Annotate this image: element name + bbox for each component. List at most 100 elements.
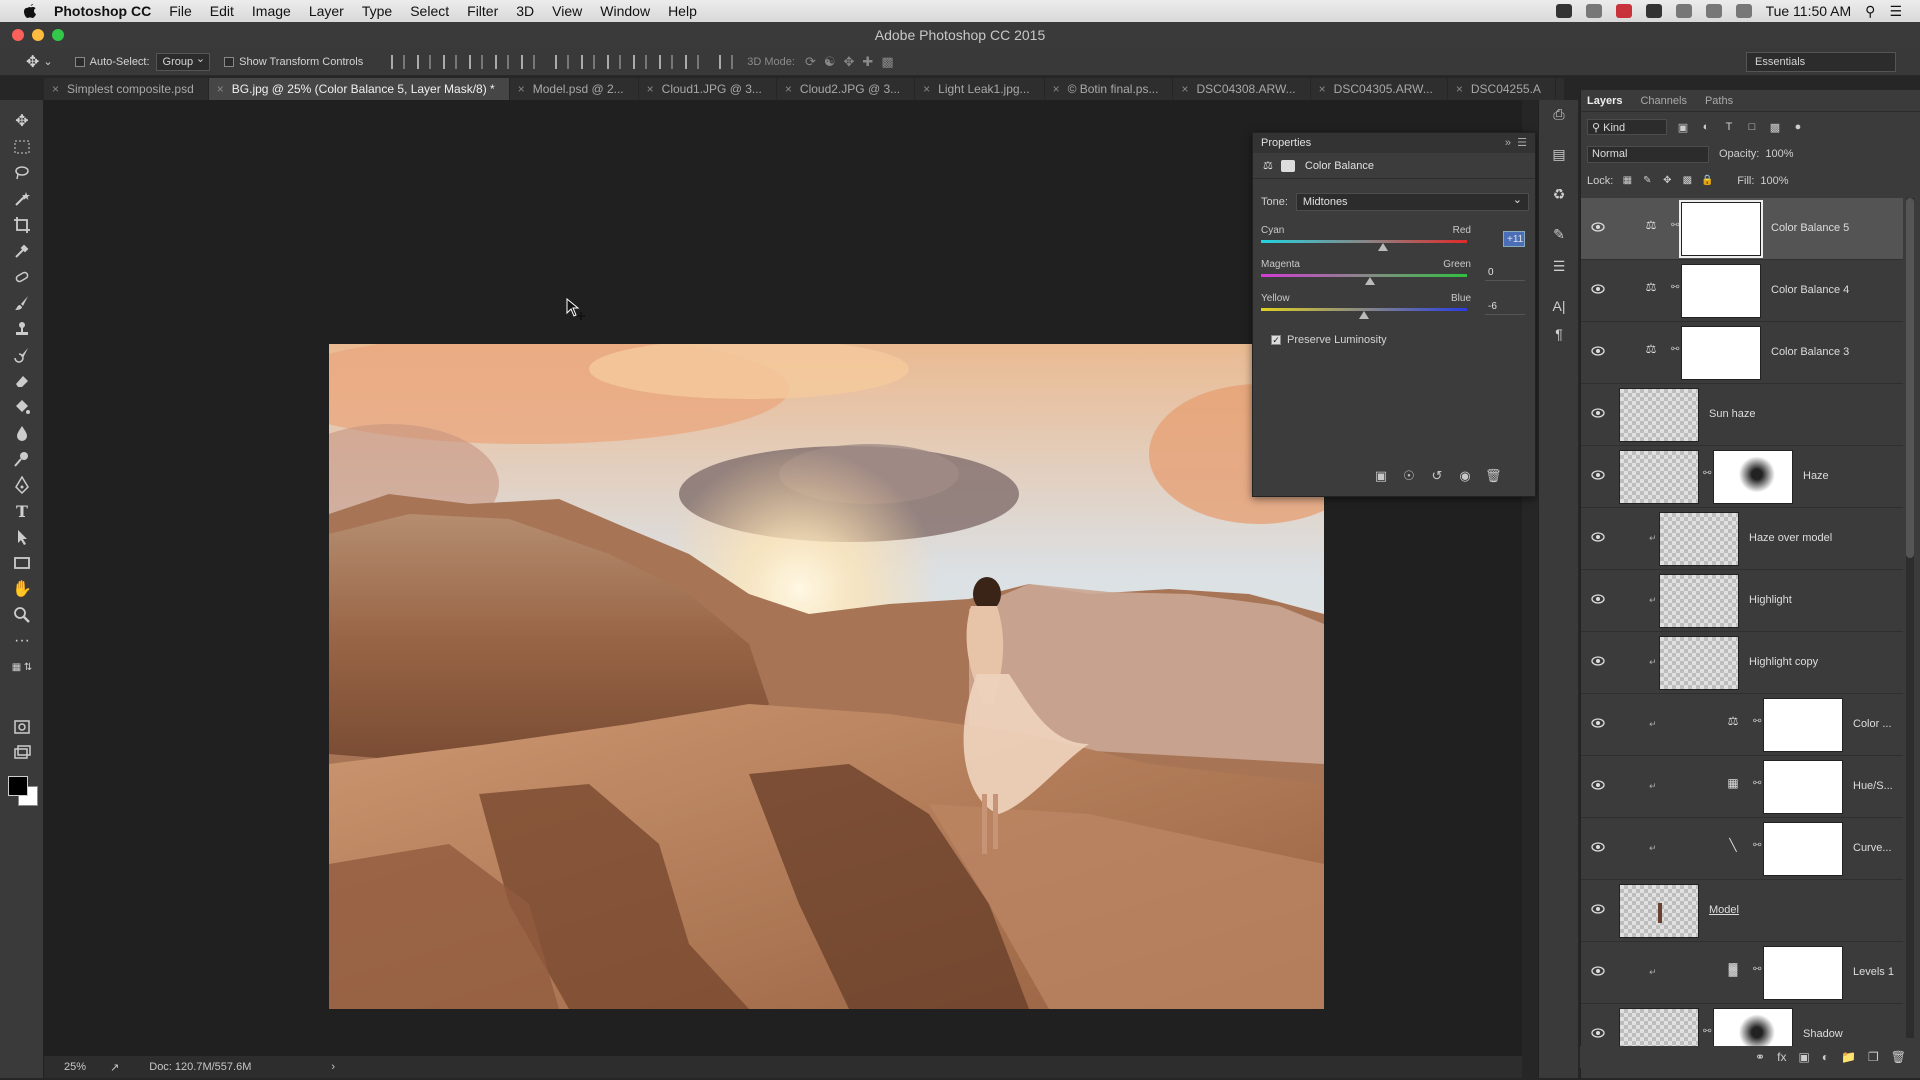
- layer-row[interactable]: ↵ ▦ ⚯ Hue/S...: [1581, 756, 1903, 818]
- new-layer-icon[interactable]: ❐: [1868, 1050, 1879, 1064]
- tab-dsc04308[interactable]: × DSC04308.ARW...: [1173, 78, 1311, 100]
- link-layers-icon[interactable]: ⚭: [1755, 1050, 1765, 1064]
- auto-select-toggle[interactable]: Auto-Select:: [74, 56, 150, 68]
- cyan-red-value[interactable]: +11: [1503, 231, 1525, 247]
- blur-tool-icon[interactable]: [10, 422, 34, 444]
- layer-mask-thumbnail[interactable]: [1713, 450, 1793, 504]
- layer-mask-thumbnail[interactable]: [1681, 326, 1761, 380]
- new-group-icon[interactable]: 📁: [1841, 1050, 1856, 1064]
- close-tab-icon[interactable]: ×: [923, 78, 930, 100]
- history-brush-tool-icon[interactable]: [10, 344, 34, 366]
- auto-select-checkbox[interactable]: [74, 56, 85, 67]
- wifi-icon[interactable]: [1735, 4, 1752, 18]
- chain-link-icon[interactable]: ⚯: [1753, 964, 1761, 978]
- eye-icon[interactable]: [1591, 284, 1605, 294]
- tab-botin-final[interactable]: × © Botin final.ps...: [1045, 78, 1174, 100]
- type-tool-icon[interactable]: T: [10, 500, 34, 522]
- menu-type[interactable]: Type: [362, 3, 392, 19]
- chain-link-icon[interactable]: ⚯: [1753, 778, 1761, 792]
- path-selection-tool-icon[interactable]: [10, 526, 34, 548]
- close-tab-icon[interactable]: ×: [217, 78, 224, 100]
- transform-controls-toggle[interactable]: Show Transform Controls: [224, 56, 363, 68]
- layer-row[interactable]: ↵ ▓ ⚯ Levels 1: [1581, 942, 1903, 1004]
- hue-saturation-icon[interactable]: ▦: [1721, 776, 1745, 796]
- chain-link-icon[interactable]: ⚯: [1753, 716, 1761, 730]
- distribute-left-icon[interactable]: [633, 54, 648, 69]
- app-menu[interactable]: Photoshop CC: [54, 3, 151, 19]
- zoom-level[interactable]: 25%: [64, 1061, 86, 1073]
- chain-link-icon[interactable]: ⚯: [1753, 840, 1761, 854]
- brush-presets-icon[interactable]: ✎: [1549, 226, 1569, 244]
- healing-brush-tool-icon[interactable]: [10, 266, 34, 288]
- eye-icon[interactable]: [1591, 470, 1605, 480]
- balance-icon[interactable]: ⚖: [1639, 218, 1663, 238]
- tab-cloud1[interactable]: × Cloud1.JPG @ 3...: [639, 78, 777, 100]
- type-filter-icon[interactable]: T: [1722, 121, 1736, 133]
- tab-dsc04255[interactable]: × DSC04255.A: [1448, 78, 1556, 100]
- layer-row[interactable]: ⚖ ⚯ Color Balance 5: [1581, 198, 1903, 260]
- export-icon[interactable]: ↗: [110, 1061, 119, 1074]
- layer-name[interactable]: Highlight: [1749, 594, 1792, 606]
- eye-icon[interactable]: [1591, 346, 1605, 356]
- layer-row[interactable]: ↵ Haze over model: [1581, 508, 1903, 570]
- menu-edit[interactable]: Edit: [210, 3, 234, 19]
- chain-link-icon[interactable]: ⚯: [1671, 344, 1679, 358]
- layer-row[interactable]: ↵ ⚖ ⚯ Color ...: [1581, 694, 1903, 756]
- tab-dsc04305[interactable]: × DSC04305.ARW...: [1311, 78, 1448, 100]
- magenta-green-value[interactable]: 0: [1485, 265, 1525, 281]
- layer-thumbnail[interactable]: [1619, 884, 1699, 938]
- layer-name[interactable]: Curve...: [1853, 842, 1892, 854]
- zoom-window-button[interactable]: [52, 29, 64, 41]
- yellow-blue-value[interactable]: -6: [1485, 299, 1525, 315]
- document-image[interactable]: [329, 344, 1324, 1009]
- magic-wand-tool-icon[interactable]: [10, 188, 34, 210]
- auto-select-dropdown[interactable]: Group: [155, 52, 211, 71]
- close-tab-icon[interactable]: ×: [1319, 78, 1326, 100]
- orbit-3d-icon[interactable]: ⟳: [805, 54, 816, 70]
- layer-name[interactable]: Model: [1709, 904, 1739, 916]
- marquee-tool-icon[interactable]: [10, 136, 34, 158]
- menu-window[interactable]: Window: [600, 3, 650, 19]
- blend-mode-select[interactable]: Normal: [1587, 145, 1709, 163]
- close-tab-icon[interactable]: ×: [518, 78, 525, 100]
- eye-icon[interactable]: [1591, 1028, 1605, 1038]
- delete-layer-icon[interactable]: 🗑: [1891, 1050, 1906, 1064]
- menu-view[interactable]: View: [552, 3, 582, 19]
- view-previous-icon[interactable]: ☉: [1401, 468, 1417, 483]
- layer-name[interactable]: Haze: [1803, 470, 1829, 482]
- layer-row[interactable]: ⚖ ⚯ Color Balance 4: [1581, 260, 1903, 322]
- layer-kind-filter[interactable]: ⚲ Kind: [1587, 119, 1667, 135]
- move-tool-preset-icon[interactable]: ✥: [26, 52, 39, 72]
- panel-collapse-icon[interactable]: » ☰: [1505, 136, 1527, 149]
- layer-mask-thumbnail[interactable]: [1763, 760, 1843, 814]
- layer-name[interactable]: Color Balance 3: [1771, 346, 1849, 358]
- transform-controls-checkbox[interactable]: [224, 56, 235, 67]
- notification-center-icon[interactable]: ☰: [1889, 3, 1902, 20]
- eye-icon[interactable]: [1591, 656, 1605, 666]
- balance-icon[interactable]: ⚖: [1721, 714, 1745, 734]
- brush-tool-icon[interactable]: [10, 292, 34, 314]
- tab-bg-jpg[interactable]: × BG.jpg @ 25% (Color Balance 5, Layer Ma…: [208, 78, 510, 100]
- eye-icon[interactable]: [1591, 532, 1605, 542]
- menu-file[interactable]: File: [169, 3, 192, 19]
- cc-icon[interactable]: [1585, 4, 1602, 18]
- paragraph-panel-icon[interactable]: ¶: [1549, 326, 1569, 344]
- bluetooth-icon[interactable]: [1675, 4, 1692, 18]
- layer-row[interactable]: ↵ Highlight copy: [1581, 632, 1903, 694]
- layer-thumbnail[interactable]: [1619, 388, 1699, 442]
- lock-transparency-icon[interactable]: ▦: [1621, 175, 1633, 187]
- foreground-color-swatch[interactable]: [8, 776, 28, 796]
- preserve-luminosity[interactable]: ✓ Preserve Luminosity: [1271, 334, 1387, 346]
- rectangle-tool-icon[interactable]: [10, 552, 34, 574]
- lock-pixels-icon[interactable]: ✎: [1641, 175, 1653, 187]
- quick-mask-icon[interactable]: [10, 716, 34, 738]
- screen-mode-icon[interactable]: [10, 742, 34, 764]
- minimize-window-button[interactable]: [32, 29, 44, 41]
- hand-tool-icon[interactable]: ✋: [10, 578, 34, 600]
- move-tool-icon[interactable]: ✥: [10, 110, 34, 132]
- distribute-right-icon[interactable]: [685, 54, 700, 69]
- chain-link-icon[interactable]: ⚯: [1671, 282, 1679, 296]
- clock[interactable]: Tue 11:50 AM: [1766, 3, 1852, 19]
- creative-cloud-icon[interactable]: [1615, 4, 1632, 18]
- menu-help[interactable]: Help: [668, 3, 697, 19]
